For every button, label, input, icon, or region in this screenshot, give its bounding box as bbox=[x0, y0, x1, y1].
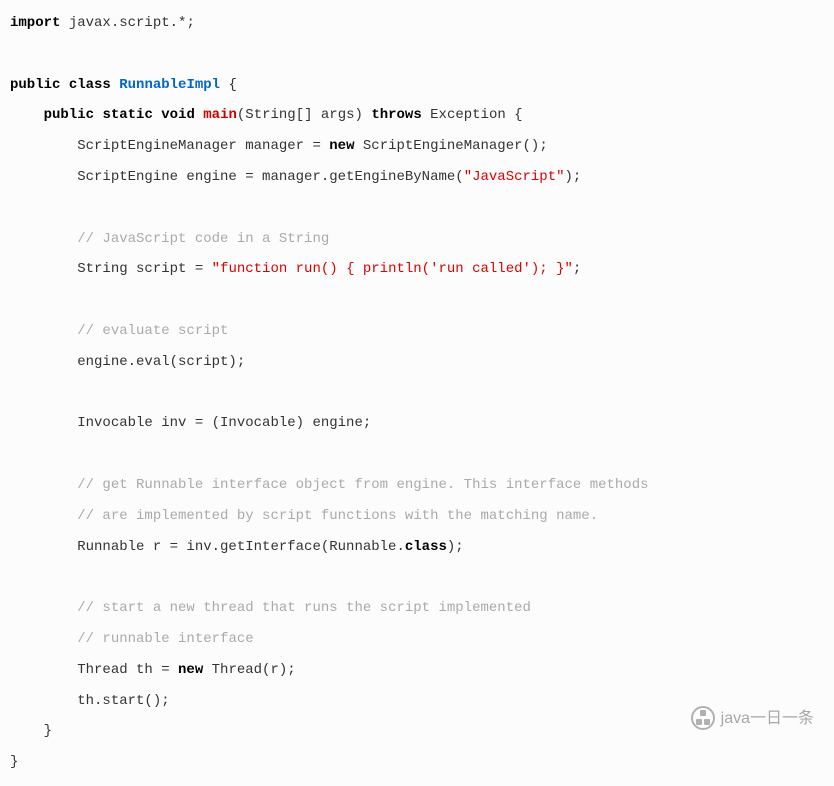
code-line bbox=[10, 562, 824, 593]
code-line: } bbox=[10, 716, 824, 747]
code-line: public static void main(String[] args) t… bbox=[10, 100, 824, 131]
code-line: engine.eval(script); bbox=[10, 347, 824, 378]
code-line bbox=[10, 285, 824, 316]
code-line: Thread th = new Thread(r); bbox=[10, 655, 824, 686]
code-line: // evaluate script bbox=[10, 316, 824, 347]
code-line bbox=[10, 193, 824, 224]
code-line: Invocable inv = (Invocable) engine; bbox=[10, 408, 824, 439]
code-line: // start a new thread that runs the scri… bbox=[10, 593, 824, 624]
code-block: import javax.script.*; public class Runn… bbox=[10, 8, 824, 778]
code-line: // JavaScript code in a String bbox=[10, 224, 824, 255]
code-line: th.start(); bbox=[10, 686, 824, 717]
code-line: Runnable r = inv.getInterface(Runnable.c… bbox=[10, 532, 824, 563]
code-line: // are implemented by script functions w… bbox=[10, 501, 824, 532]
code-line: import javax.script.*; bbox=[10, 8, 824, 39]
code-line bbox=[10, 378, 824, 409]
code-line: String script = "function run() { printl… bbox=[10, 254, 824, 285]
code-line bbox=[10, 39, 824, 70]
code-line: } bbox=[10, 747, 824, 778]
code-line: ScriptEngine engine = manager.getEngineB… bbox=[10, 162, 824, 193]
code-line: // get Runnable interface object from en… bbox=[10, 470, 824, 501]
code-line: ScriptEngineManager manager = new Script… bbox=[10, 131, 824, 162]
code-line: // runnable interface bbox=[10, 624, 824, 655]
code-line bbox=[10, 439, 824, 470]
code-line: public class RunnableImpl { bbox=[10, 70, 824, 101]
